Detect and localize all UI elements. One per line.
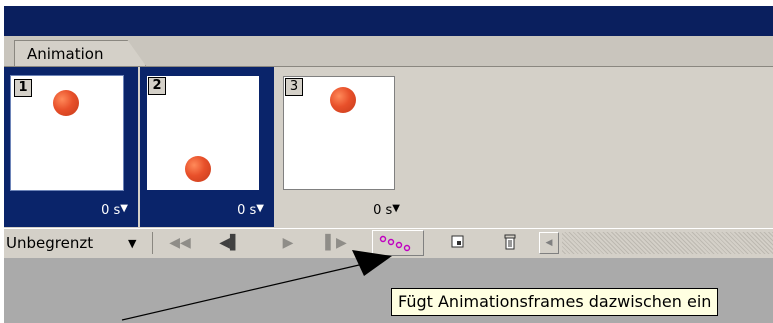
annotation-arrow bbox=[121, 250, 392, 321]
